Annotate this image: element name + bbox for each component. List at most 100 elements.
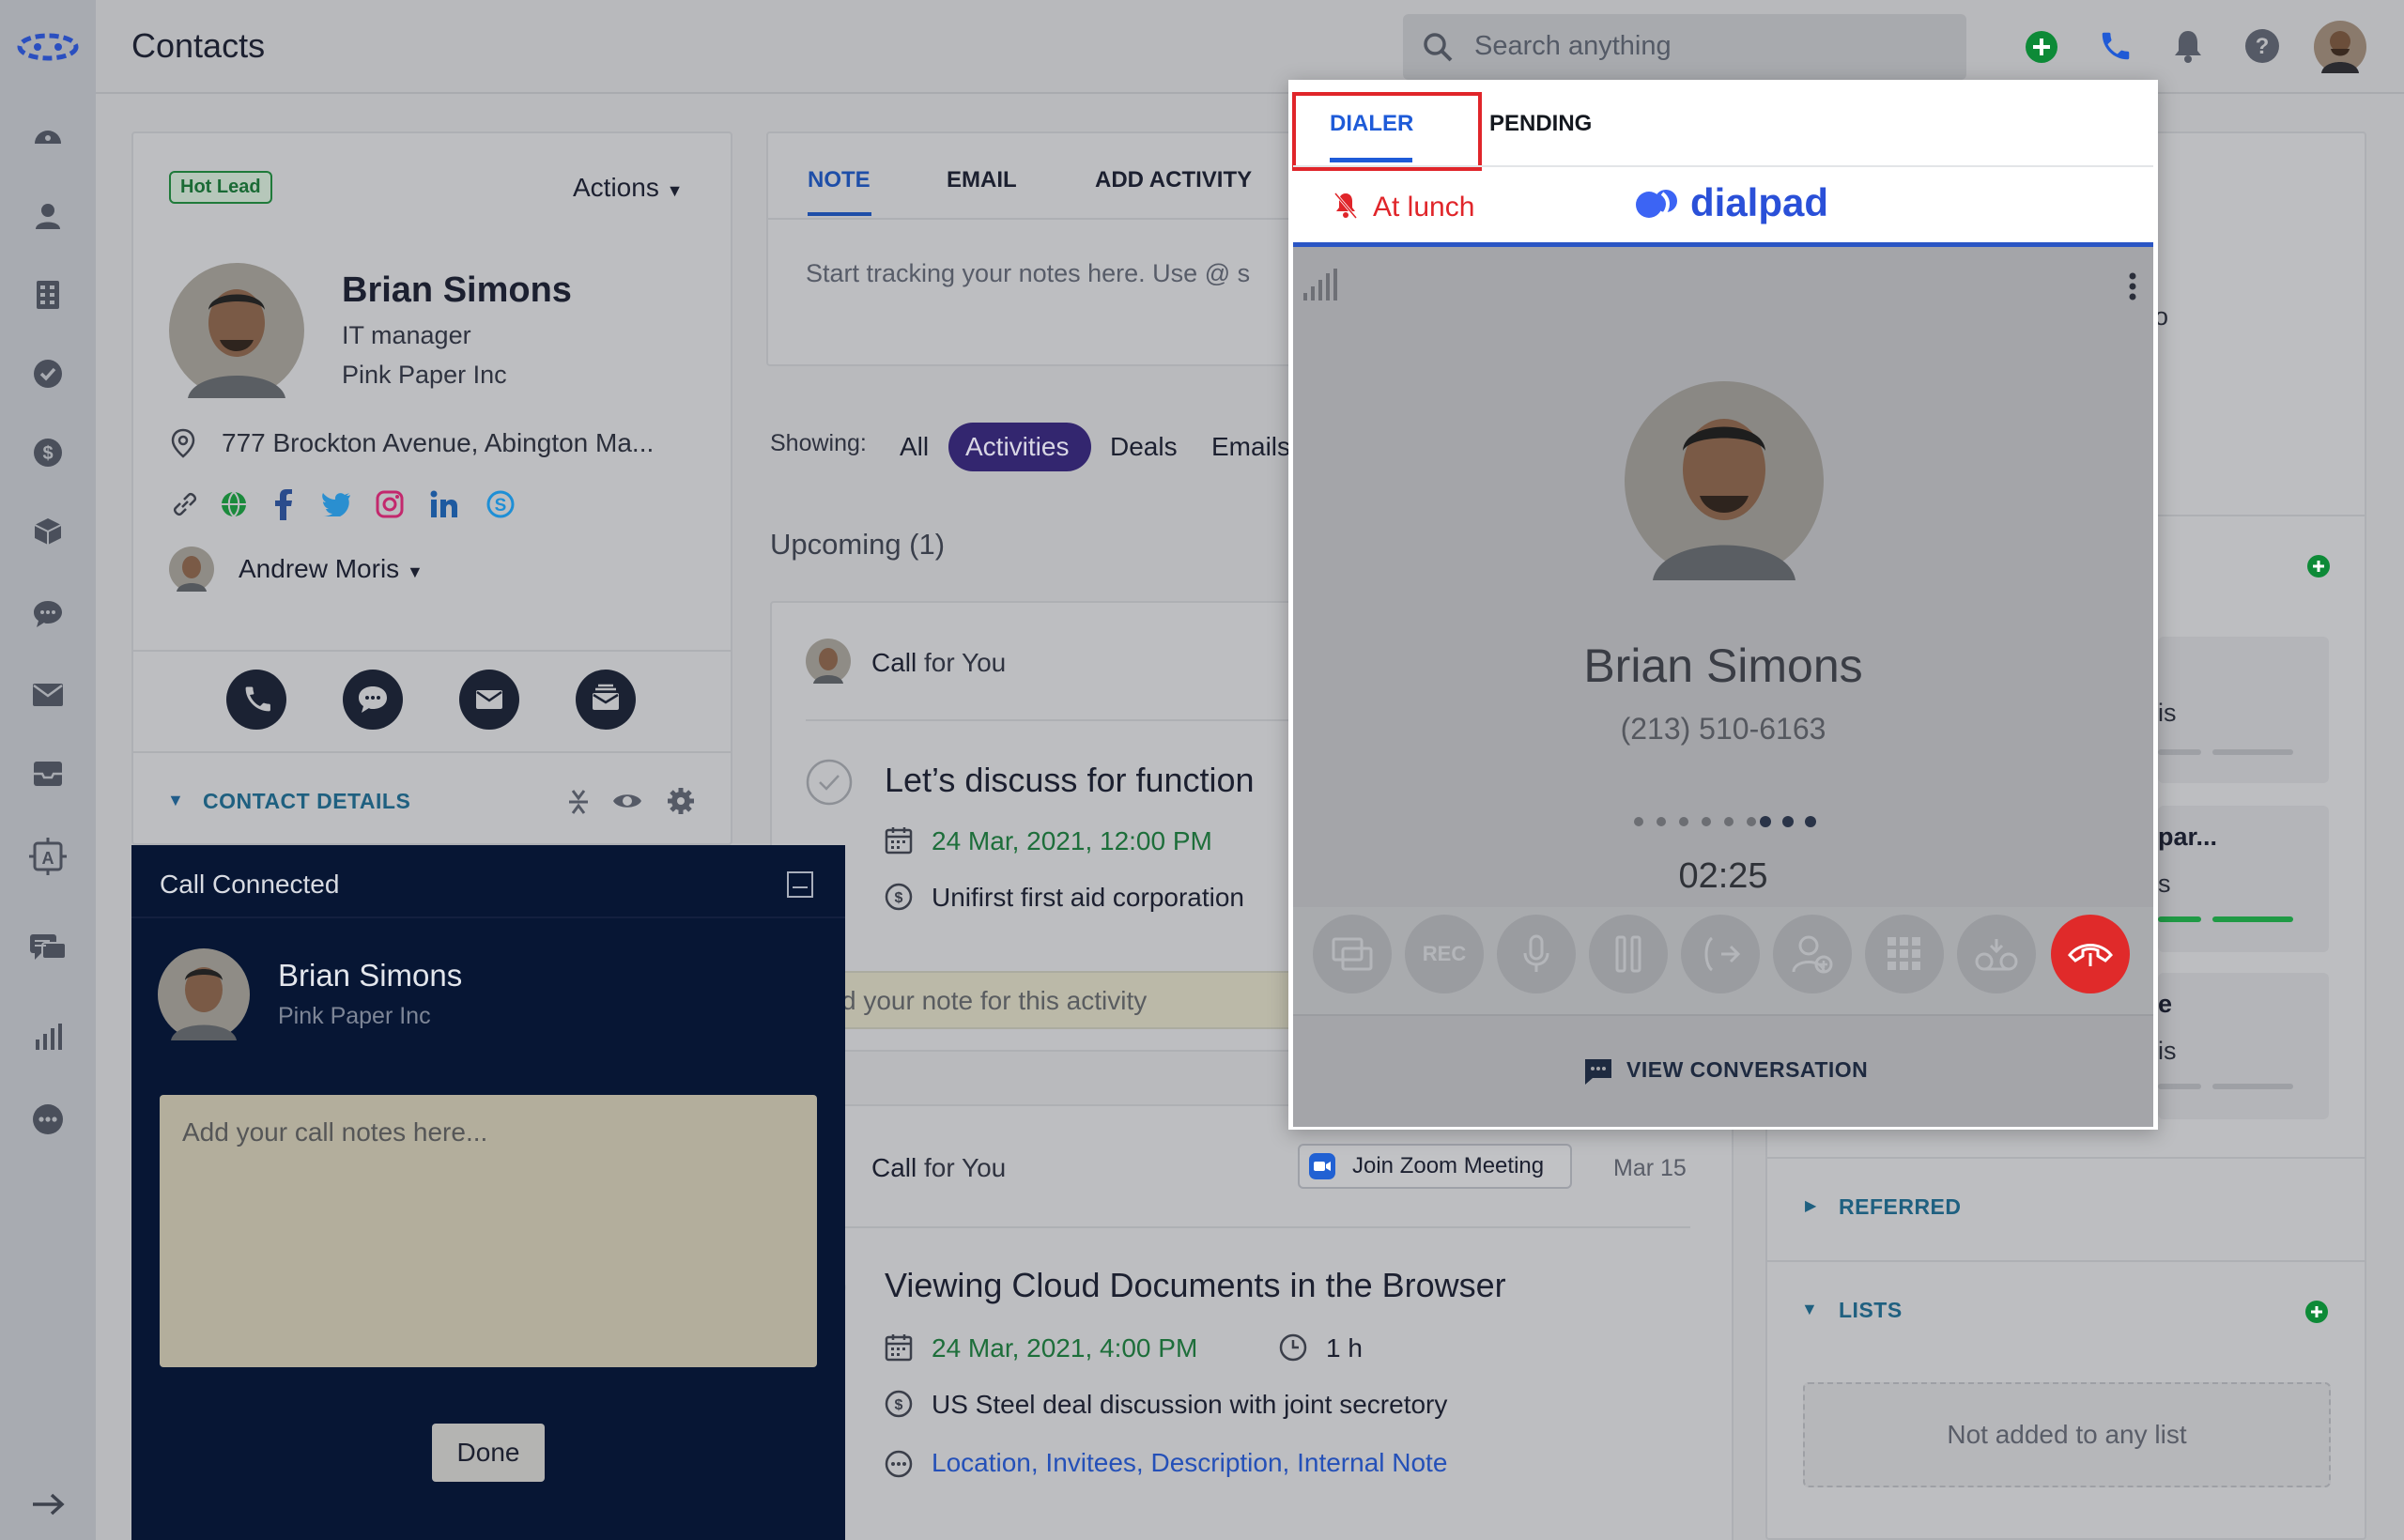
add-new-icon[interactable] [2025, 30, 2058, 64]
visibility-eye-icon[interactable] [612, 791, 642, 811]
add-list-icon[interactable] [2304, 1300, 2329, 1324]
collapse-all-icon[interactable] [567, 787, 590, 817]
call-connected-title: Call Connected [160, 870, 340, 899]
accounts-icon[interactable] [27, 274, 69, 316]
activity-type: Call for You [871, 1153, 1006, 1183]
twitter-icon[interactable] [321, 492, 351, 516]
caller-avatar [1625, 381, 1824, 580]
dashboard-icon[interactable] [27, 113, 69, 154]
linkedin-icon[interactable] [430, 490, 458, 518]
sms-button[interactable] [342, 669, 404, 731]
complete-check-icon[interactable] [806, 759, 853, 806]
svg-text:$: $ [42, 443, 53, 464]
contact-role: IT manager [342, 321, 471, 349]
phone-icon[interactable] [2098, 28, 2134, 64]
caller-name: Brian Simons [1583, 639, 1863, 692]
activity-title[interactable]: Viewing Cloud Documents in the Browser [885, 1266, 1506, 1305]
minimize-icon[interactable] [787, 871, 813, 898]
settings-gear-icon[interactable] [667, 787, 695, 815]
contact-company[interactable]: Pink Paper Inc [342, 361, 507, 390]
contacts-icon[interactable] [27, 195, 69, 237]
app-logo-icon[interactable] [15, 26, 81, 68]
deal-stage-bar [2212, 749, 2293, 755]
tab-add-activity[interactable]: ADD ACTIVITY [1095, 167, 1252, 193]
filter-activities[interactable]: Activities [965, 432, 1069, 462]
divider [2158, 515, 2366, 516]
expand-nav-icon[interactable] [27, 1484, 69, 1525]
add-participant-icon[interactable] [1773, 915, 1852, 993]
user-avatar[interactable] [2314, 21, 2366, 73]
note-input[interactable]: Start tracking your notes here. Use @ s [806, 259, 1250, 288]
referred-heading[interactable]: REFERRED [1839, 1194, 1962, 1220]
website-globe-icon[interactable] [220, 490, 248, 518]
tasks-icon[interactable] [27, 353, 69, 394]
email-button[interactable] [458, 669, 520, 731]
hang-up-button[interactable] [2051, 915, 2130, 993]
campaign-email-button[interactable] [575, 669, 637, 731]
reports-icon[interactable] [27, 1016, 69, 1057]
call-progress-dots [1632, 815, 1820, 828]
link-icon[interactable] [171, 490, 199, 518]
chat-icon[interactable] [27, 593, 69, 635]
caret-down-icon[interactable]: ▼ [167, 791, 184, 810]
voicemail-drop-icon[interactable] [1957, 915, 2036, 993]
deal-card[interactable] [2158, 973, 2329, 1119]
caret-down-icon[interactable]: ▼ [1801, 1300, 1818, 1319]
screen-share-icon[interactable] [1313, 915, 1392, 993]
activity-for: for You [924, 648, 1007, 677]
tab-email[interactable]: EMAIL [947, 167, 1017, 193]
automation-icon[interactable]: A [27, 836, 69, 877]
svg-text:A: A [42, 849, 54, 868]
hot-lead-badge: Hot Lead [169, 171, 272, 204]
activity-deal[interactable]: US Steel deal discussion with joint secr… [932, 1390, 1447, 1420]
add-deal-icon[interactable] [2306, 554, 2331, 578]
deals-icon[interactable]: $ [27, 432, 69, 473]
actions-dropdown[interactable]: Actions ▼ [573, 173, 683, 203]
mute-mic-icon[interactable] [1497, 915, 1576, 993]
mail-icon[interactable] [27, 674, 69, 716]
record-button[interactable]: REC [1405, 915, 1484, 993]
done-button[interactable]: Done [432, 1424, 545, 1482]
activity-title[interactable]: Let’s discuss for function [885, 761, 1255, 800]
activity-extra-links[interactable]: Location, Invitees, Description, Interna… [932, 1448, 1447, 1478]
caller-name: Brian Simons [278, 958, 463, 993]
tab-note[interactable]: NOTE [808, 167, 871, 193]
conversation-icon [1583, 1057, 1613, 1086]
tab-pending[interactable]: PENDING [1489, 111, 1592, 137]
conversations-icon[interactable] [27, 928, 69, 969]
contact-details-heading[interactable]: CONTACT DETAILS [203, 789, 410, 814]
divider [1293, 165, 2153, 167]
facebook-icon[interactable] [274, 488, 293, 520]
dialer-status[interactable]: At lunch [1373, 192, 1474, 223]
inbox-icon[interactable] [27, 753, 69, 794]
deal-stage-bar [2212, 1084, 2293, 1089]
caret-right-icon[interactable]: ▶ [1805, 1196, 1816, 1215]
search-placeholder: Search anything [1474, 31, 1672, 61]
more-options-icon[interactable] [2128, 272, 2137, 300]
call-button[interactable] [225, 669, 287, 731]
transfer-call-icon[interactable] [1681, 915, 1760, 993]
view-conversation-button[interactable]: VIEW CONVERSATION [1626, 1057, 1868, 1083]
owner-dropdown[interactable]: Andrew Moris ▼ [239, 554, 424, 584]
caller-company: Pink Paper Inc [278, 1003, 431, 1029]
skype-icon[interactable]: S [486, 490, 515, 518]
filter-deals[interactable]: Deals [1110, 432, 1178, 462]
notifications-bell-icon[interactable] [2171, 28, 2205, 64]
deal-card[interactable] [2158, 637, 2329, 783]
activity-duration: 1 h [1326, 1333, 1363, 1363]
deal-card-text: is [2158, 1037, 2177, 1065]
location-icon [171, 428, 195, 458]
activity-deal[interactable]: Unifirst first aid corporation [932, 883, 1244, 913]
keypad-icon[interactable] [1865, 915, 1944, 993]
filter-all[interactable]: All [900, 432, 929, 462]
hold-pause-icon[interactable] [1589, 915, 1668, 993]
products-icon[interactable] [27, 511, 69, 552]
more-icon[interactable] [27, 1099, 69, 1140]
contact-address: 777 Brockton Avenue, Abington Ma... [222, 428, 655, 457]
filter-emails[interactable]: Emails [1211, 432, 1290, 462]
help-icon[interactable]: ? [2244, 28, 2280, 64]
instagram-icon[interactable] [376, 490, 404, 518]
calendar-icon [885, 826, 913, 855]
lists-heading[interactable]: LISTS [1839, 1298, 1903, 1323]
activity-avatar [806, 639, 851, 684]
